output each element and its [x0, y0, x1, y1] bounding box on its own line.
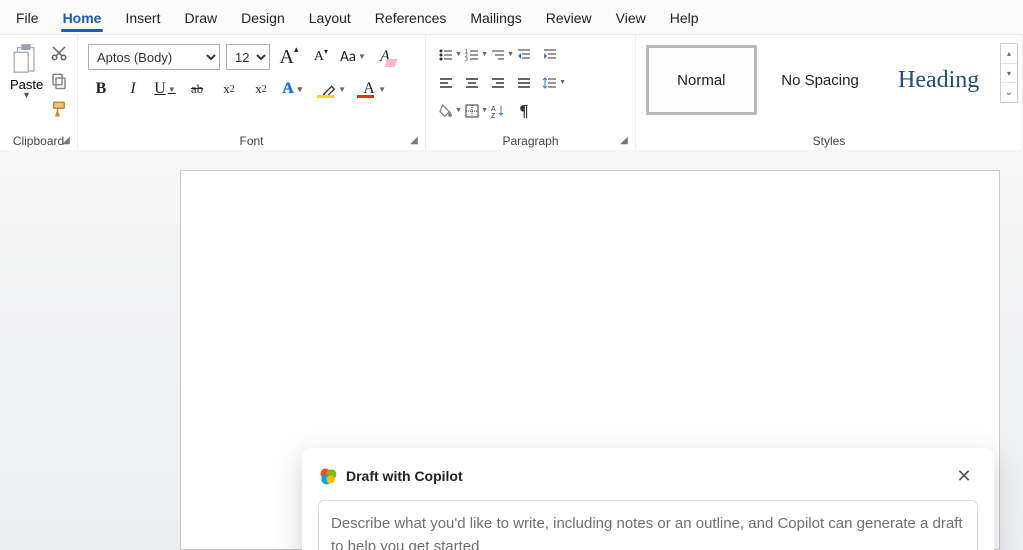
ribbon: Paste ▼ Clipboard ◢ Aptos (Body) 12 A▴ [0, 34, 1023, 150]
copilot-prompt-input[interactable]: Describe what you'd like to write, inclu… [318, 500, 978, 550]
copilot-icon [318, 466, 338, 486]
styles-scroll-up-icon[interactable]: ▴ [1001, 44, 1017, 64]
menu-references[interactable]: References [363, 4, 459, 30]
copilot-dialog-title: Draft with Copilot [346, 468, 463, 484]
italic-button[interactable]: I [120, 76, 146, 102]
styles-expand-icon[interactable]: ⌄ [1001, 83, 1017, 102]
multilevel-list-button[interactable]: ▼ [488, 45, 508, 65]
menu-help[interactable]: Help [658, 4, 711, 30]
strikethrough-button[interactable]: ab [184, 76, 210, 102]
bold-button[interactable]: B [88, 76, 114, 102]
menu-view[interactable]: View [604, 4, 658, 30]
font-size-select[interactable]: 12 [226, 44, 270, 70]
menu-mailings[interactable]: Mailings [458, 4, 533, 30]
svg-text:Z: Z [491, 113, 496, 119]
menu-home[interactable]: Home [51, 4, 114, 30]
group-label-font: Font [78, 134, 425, 148]
close-icon: ✕ [956, 466, 971, 487]
copy-icon[interactable] [49, 71, 69, 91]
shading-button[interactable]: ▼ [436, 101, 456, 121]
menu-layout[interactable]: Layout [297, 4, 363, 30]
group-clipboard: Paste ▼ Clipboard ◢ [0, 35, 78, 150]
cut-icon[interactable] [49, 43, 69, 63]
borders-button[interactable]: ▼ [462, 101, 482, 121]
group-label-paragraph: Paragraph [426, 134, 635, 148]
align-left-button[interactable] [436, 73, 456, 93]
svg-text:3: 3 [465, 57, 468, 63]
paste-button[interactable]: Paste ▼ [10, 41, 43, 100]
subscript-button[interactable]: x2 [216, 76, 242, 102]
decrease-indent-button[interactable] [514, 45, 534, 65]
text-effects-button[interactable]: A▼ [280, 76, 306, 102]
menu-design[interactable]: Design [229, 4, 297, 30]
svg-text:A: A [491, 106, 496, 113]
style-heading[interactable]: Heading [883, 45, 994, 115]
style-no-spacing[interactable]: No Spacing [765, 45, 876, 115]
copilot-prompt-placeholder: Describe what you'd like to write, inclu… [331, 513, 965, 550]
close-button[interactable]: ✕ [950, 462, 978, 490]
document-canvas: Draft with Copilot ✕ Describe what you'd… [0, 150, 1023, 550]
show-marks-button[interactable]: ¶ [514, 101, 534, 121]
font-color-button[interactable]: A▼ [352, 76, 386, 102]
menu-file[interactable]: File [4, 4, 51, 30]
underline-button[interactable]: U▼ [152, 76, 178, 102]
chevron-down-icon: ▼ [22, 90, 31, 100]
style-normal[interactable]: Normal [646, 45, 757, 115]
paste-icon [13, 43, 41, 75]
bullets-button[interactable]: ▼ [436, 45, 456, 65]
group-font: Aptos (Body) 12 A▴ A▾ Aa▼ A B I U▼ ab x2… [78, 35, 426, 150]
change-case-button[interactable]: Aa▼ [340, 44, 366, 70]
font-family-select[interactable]: Aptos (Body) [88, 44, 220, 70]
styles-gallery-scroll[interactable]: ▴ ▾ ⌄ [1000, 43, 1018, 103]
grow-font-button[interactable]: A▴ [276, 44, 302, 70]
paragraph-dialog-launcher[interactable]: ◢ [617, 133, 631, 147]
justify-button[interactable] [514, 73, 534, 93]
group-paragraph: ▼ 123▼ ▼ ▼ ▼ ▼ AZ ¶ Paragraph ◢ [426, 35, 636, 150]
font-dialog-launcher[interactable]: ◢ [407, 133, 421, 147]
menu-draw[interactable]: Draw [172, 4, 229, 30]
highlight-button[interactable]: ▼ [312, 76, 346, 102]
format-painter-icon[interactable] [49, 99, 69, 119]
shrink-font-button[interactable]: A▾ [308, 44, 334, 70]
menu-bar: File Home Insert Draw Design Layout Refe… [0, 0, 1023, 34]
increase-indent-button[interactable] [540, 45, 560, 65]
menu-insert[interactable]: Insert [113, 4, 172, 30]
align-right-button[interactable] [488, 73, 508, 93]
copilot-draft-dialog: Draft with Copilot ✕ Describe what you'd… [302, 448, 994, 550]
clipboard-dialog-launcher[interactable]: ◢ [59, 133, 73, 147]
group-styles: Normal No Spacing Heading ▴ ▾ ⌄ Styles [636, 35, 1023, 150]
clear-formatting-button[interactable]: A [372, 44, 398, 70]
numbering-button[interactable]: 123▼ [462, 45, 482, 65]
sort-button[interactable]: AZ [488, 101, 508, 121]
line-spacing-button[interactable]: ▼ [540, 73, 560, 93]
styles-scroll-down-icon[interactable]: ▾ [1001, 64, 1017, 84]
superscript-button[interactable]: x2 [248, 76, 274, 102]
menu-review[interactable]: Review [534, 4, 604, 30]
align-center-button[interactable] [462, 73, 482, 93]
group-label-styles: Styles [636, 134, 1022, 148]
